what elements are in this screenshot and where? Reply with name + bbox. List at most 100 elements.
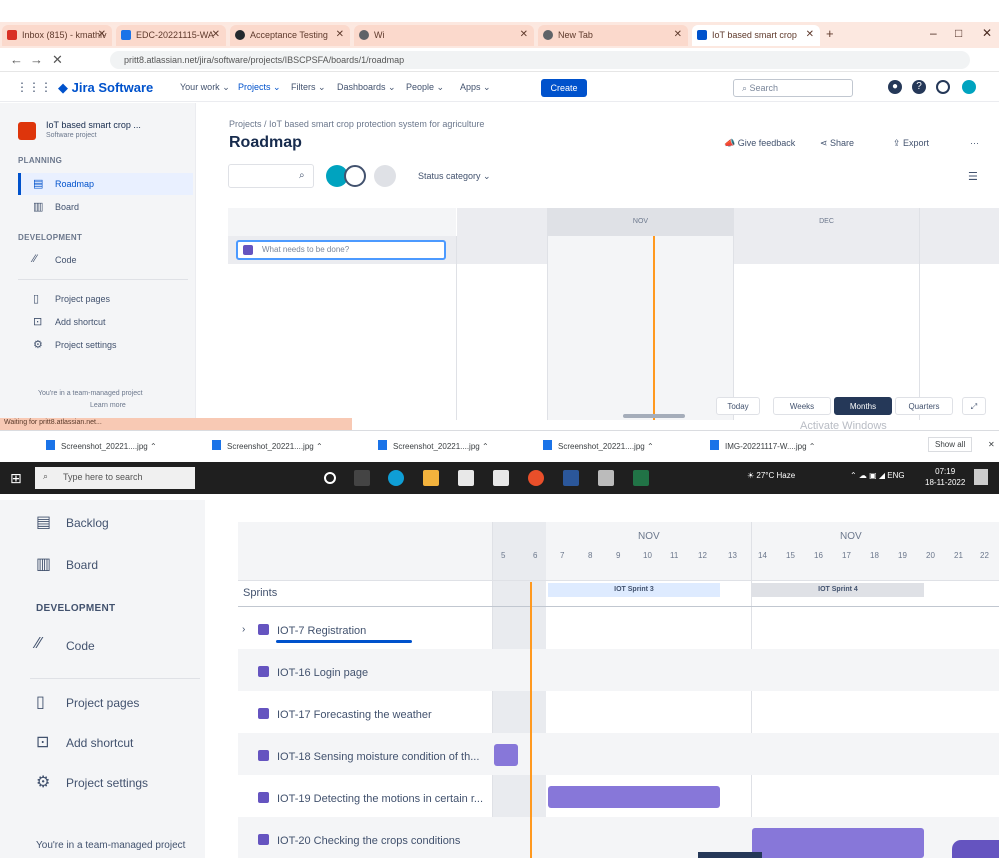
- status-category-filter[interactable]: Status category ⌄: [418, 171, 491, 182]
- browser-tab[interactable]: New Tab ✕: [538, 25, 688, 46]
- mail-icon[interactable]: [493, 470, 509, 486]
- task-view-icon[interactable]: [354, 470, 370, 486]
- notifications-icon[interactable]: ●: [888, 80, 902, 94]
- create-issue-input[interactable]: What needs to be done?: [236, 240, 446, 260]
- show-all-button[interactable]: Show all: [928, 437, 973, 452]
- months-button[interactable]: Months: [834, 397, 892, 415]
- project-name[interactable]: IoT based smart crop ...: [46, 120, 141, 130]
- photos-icon[interactable]: [598, 470, 614, 486]
- store-icon[interactable]: [458, 470, 474, 486]
- sidebar-item-board[interactable]: Board: [66, 558, 98, 572]
- jira-logo[interactable]: ◆ Jira Software: [58, 80, 153, 96]
- list-item[interactable]: IOT-16 Login page: [258, 666, 368, 679]
- sidebar-item-roadmap[interactable]: [18, 173, 193, 195]
- sidebar-item-backlog[interactable]: Backlog: [66, 516, 109, 530]
- weeks-button[interactable]: Weeks: [773, 397, 831, 415]
- system-tray-icons[interactable]: ⌃ ☁ ▣ ◢ ENG: [850, 471, 905, 480]
- sidebar-item-add-shortcut[interactable]: Add shortcut: [55, 317, 106, 327]
- add-people-icon[interactable]: [374, 165, 396, 187]
- quarters-button[interactable]: Quarters: [895, 397, 953, 415]
- chrome-icon[interactable]: [528, 470, 544, 486]
- help-icon[interactable]: ?: [912, 80, 926, 94]
- close-icon[interactable]: ✕: [988, 440, 995, 449]
- learn-more-link[interactable]: Learn more: [90, 402, 126, 409]
- maximize-icon[interactable]: □: [955, 26, 962, 40]
- cortana-icon[interactable]: [324, 472, 336, 484]
- sidebar-item-code[interactable]: Code: [66, 639, 95, 653]
- list-item[interactable]: IOT-7 Registration: [258, 624, 366, 637]
- epic-bar[interactable]: [494, 744, 518, 766]
- today-button[interactable]: Today: [716, 397, 760, 415]
- download-item[interactable]: Screenshot_20221....jpg ⌃: [378, 440, 489, 451]
- nav-dashboards[interactable]: Dashboards ⌄: [337, 82, 396, 93]
- sidebar-item-add-shortcut[interactable]: Add shortcut: [66, 736, 133, 750]
- view-settings-icon[interactable]: ☰: [968, 170, 978, 183]
- browser-tab[interactable]: Acceptance Testing ✕: [230, 25, 350, 46]
- clock[interactable]: 07:19 18-11-2022: [925, 466, 965, 488]
- sidebar-item-project-pages[interactable]: Project pages: [55, 294, 110, 304]
- browser-tab[interactable]: Wi ✕: [354, 25, 534, 46]
- search-input[interactable]: ⌕ Search: [733, 79, 853, 97]
- download-item[interactable]: Screenshot_20221....jpg ⌃: [46, 440, 157, 451]
- download-item[interactable]: IMG-20221117-W....jpg ⌃: [710, 440, 815, 451]
- taskbar-search-input[interactable]: ⌕ Type here to search: [35, 467, 195, 489]
- help-fab[interactable]: [952, 840, 999, 858]
- word-icon[interactable]: [563, 470, 579, 486]
- more-button[interactable]: ···: [970, 138, 979, 148]
- zoom-control-partial[interactable]: [698, 852, 762, 858]
- app-switcher-icon[interactable]: ⋮⋮⋮: [16, 80, 52, 94]
- close-icon[interactable]: ✕: [336, 29, 344, 40]
- download-item[interactable]: Screenshot_20221....jpg ⌃: [212, 440, 323, 451]
- close-icon[interactable]: ✕: [520, 29, 528, 40]
- nav-people[interactable]: People ⌄: [406, 82, 444, 93]
- close-icon[interactable]: ✕: [806, 29, 814, 40]
- list-item[interactable]: IOT-17 Forecasting the weather: [258, 708, 432, 721]
- sprint-bar[interactable]: IOT Sprint 3: [548, 583, 720, 597]
- excel-icon[interactable]: [633, 470, 649, 486]
- expand-chevron-icon[interactable]: ›: [242, 624, 245, 635]
- forward-icon[interactable]: →: [30, 52, 43, 67]
- close-icon[interactable]: ✕: [52, 52, 63, 68]
- breadcrumb[interactable]: Projects / IoT based smart crop protecti…: [229, 119, 484, 129]
- nav-your-work[interactable]: Your work ⌄: [180, 82, 230, 93]
- scrollbar[interactable]: [623, 414, 685, 418]
- roadmap-search-input[interactable]: ⌕: [228, 164, 314, 188]
- sidebar-item-project-pages[interactable]: Project pages: [66, 696, 139, 710]
- epic-bar[interactable]: [548, 786, 720, 808]
- browser-tab[interactable]: Inbox (815) - kmathiv ✕: [2, 25, 112, 46]
- list-item[interactable]: IOT-20 Checking the crops conditions: [258, 834, 460, 847]
- sprint-bar[interactable]: IOT Sprint 4: [752, 583, 924, 597]
- file-explorer-icon[interactable]: [423, 470, 439, 486]
- download-item[interactable]: Screenshot_20221....jpg ⌃: [543, 440, 654, 451]
- sidebar-item-project-settings[interactable]: Project settings: [55, 340, 117, 350]
- sidebar-item-code[interactable]: Code: [55, 255, 77, 265]
- nav-apps[interactable]: Apps ⌄: [460, 82, 491, 93]
- nav-projects[interactable]: Projects ⌄: [238, 82, 281, 93]
- settings-icon[interactable]: [936, 80, 950, 94]
- close-icon[interactable]: ✕: [674, 29, 682, 40]
- weather-widget[interactable]: ☀ 27°C Haze: [747, 471, 795, 480]
- browser-tab[interactable]: EDC-20221115-WA ✕: [116, 25, 226, 46]
- minimize-icon[interactable]: –: [930, 26, 937, 40]
- new-tab-icon[interactable]: +: [826, 26, 834, 41]
- close-window-icon[interactable]: ✕: [982, 26, 992, 40]
- avatar[interactable]: [344, 165, 366, 187]
- fullscreen-icon[interactable]: ⤢: [962, 397, 986, 415]
- share-button[interactable]: ⋖ Share: [820, 138, 854, 149]
- create-button[interactable]: Create: [541, 79, 587, 97]
- back-icon[interactable]: ←: [10, 52, 23, 67]
- edge-icon[interactable]: [388, 470, 404, 486]
- browser-tab-active[interactable]: IoT based smart crop ✕: [692, 25, 820, 46]
- nav-filters[interactable]: Filters ⌄: [291, 82, 326, 93]
- address-bar[interactable]: pritt8.atlassian.net/jira/software/proje…: [110, 51, 970, 69]
- list-item[interactable]: IOT-18 Sensing moisture condition of th.…: [258, 750, 479, 763]
- epic-bar[interactable]: [752, 828, 924, 858]
- list-item[interactable]: IOT-19 Detecting the motions in certain …: [258, 792, 483, 805]
- windows-start-icon[interactable]: ⊞: [10, 470, 22, 487]
- export-button[interactable]: ⇪ Export: [893, 138, 929, 149]
- avatar[interactable]: [962, 80, 976, 94]
- close-icon[interactable]: ✕: [212, 29, 220, 40]
- sidebar-item-project-settings[interactable]: Project settings: [66, 776, 148, 790]
- close-icon[interactable]: ✕: [98, 29, 106, 40]
- give-feedback-button[interactable]: 📣 Give feedback: [724, 138, 795, 149]
